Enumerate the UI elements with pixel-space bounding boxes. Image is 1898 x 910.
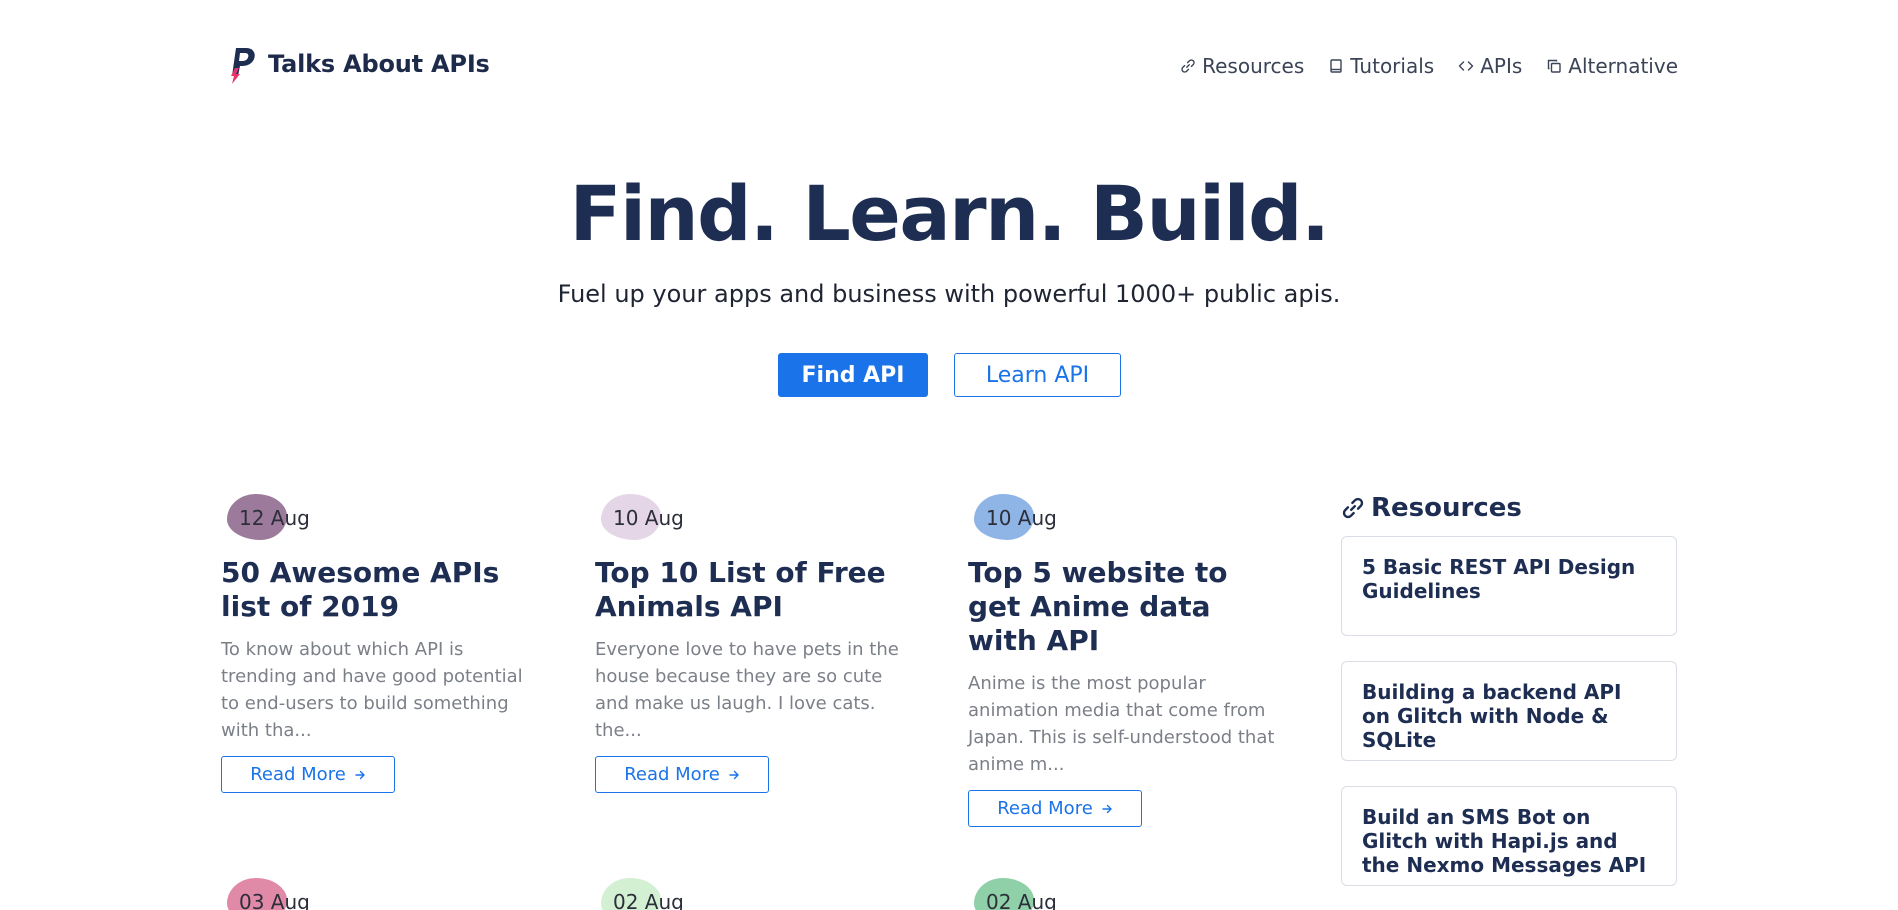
- sidebar-heading: Resources: [1341, 490, 1677, 526]
- post-date-text: 02 Aug: [986, 890, 1057, 910]
- post-excerpt: Anime is the most popular animation medi…: [968, 673, 1275, 775]
- post-card: 10 Aug Top 5 website to get Anime data w…: [968, 494, 1288, 827]
- post-title[interactable]: Top 10 List of Free Animals API: [595, 556, 915, 624]
- nav-item-tutorials[interactable]: Tutorials: [1328, 54, 1434, 78]
- book-icon: [1330, 59, 1342, 73]
- arrow-right-icon: [729, 770, 739, 779]
- link-icon: [1342, 497, 1364, 519]
- resource-title: 5 Basic REST API Design Guidelines: [1362, 555, 1636, 603]
- read-more-button[interactable]: Read More: [221, 756, 395, 793]
- read-more-button[interactable]: Read More: [968, 790, 1142, 827]
- nav-label-apis: APIs: [1480, 54, 1523, 78]
- post-card: 12 Aug 50 Awesome APIs list of 2019 To k…: [221, 494, 541, 793]
- brand-link[interactable]: Talks About APIs: [230, 44, 490, 84]
- post-date-text: 02 Aug: [613, 890, 684, 910]
- post-card: 02 Aug: [968, 878, 1288, 910]
- post-date: 03 Aug: [221, 878, 541, 910]
- resource-card[interactable]: Build an SMS Bot on Glitch with Hapi.js …: [1341, 786, 1677, 886]
- post-date: 02 Aug: [595, 878, 915, 910]
- brand-name: Talks About APIs: [268, 50, 490, 78]
- nav-item-alternative[interactable]: Alternative: [1546, 54, 1678, 78]
- post-card: 03 Aug: [221, 878, 541, 910]
- read-more-label: Read More: [624, 764, 720, 785]
- post-date-text: 03 Aug: [239, 890, 310, 910]
- post-date-text: 10 Aug: [613, 506, 684, 530]
- resource-card[interactable]: Building a backend API on Glitch with No…: [1341, 661, 1677, 761]
- page: Talks About APIs Resources Tutorials API…: [0, 0, 1898, 910]
- code-icon: [1459, 61, 1474, 71]
- nav-label-resources: Resources: [1202, 54, 1305, 78]
- post-title[interactable]: Top 5 website to get Anime data with API: [968, 556, 1288, 658]
- copy-icon: [1548, 59, 1561, 73]
- nav-item-apis[interactable]: APIs: [1458, 54, 1522, 78]
- post-date-text: 10 Aug: [986, 506, 1057, 530]
- resource-card[interactable]: 5 Basic REST API Design Guidelines: [1341, 536, 1677, 636]
- read-more-label: Read More: [997, 798, 1093, 819]
- nav-label-tutorials: Tutorials: [1350, 54, 1435, 78]
- nav-item-resources[interactable]: Resources: [1180, 54, 1304, 78]
- resources-sidebar: Resources 5 Basic REST API Design Guidel…: [1341, 490, 1677, 910]
- nav-label-alternative: Alternative: [1568, 54, 1678, 78]
- post-card: 10 Aug Top 10 List of Free Animals API E…: [595, 494, 915, 793]
- post-excerpt: To know about which API is trending and …: [221, 639, 523, 741]
- hero-subtitle: Fuel up your apps and business with powe…: [557, 280, 1341, 308]
- resource-title: Build an SMS Bot on Glitch with Hapi.js …: [1362, 805, 1647, 877]
- site-header: Talks About APIs Resources Tutorials API…: [230, 38, 1678, 88]
- main-nav: Resources Tutorials APIs Alternative: [1180, 54, 1678, 78]
- post-date: 12 Aug: [221, 494, 541, 542]
- arrow-right-icon: [1102, 804, 1112, 813]
- link-icon: [1181, 59, 1195, 73]
- find-api-button[interactable]: Find API: [778, 353, 928, 397]
- learn-api-button[interactable]: Learn API: [954, 353, 1121, 397]
- read-more-label: Read More: [250, 764, 346, 785]
- hero-title: Find. Learn. Build.: [569, 169, 1330, 258]
- arrow-right-icon: [355, 770, 365, 779]
- sidebar-heading-text: Resources: [1371, 493, 1522, 523]
- hero-buttons: Find API Learn API: [778, 353, 1121, 397]
- post-card: 02 Aug: [595, 878, 915, 910]
- brand-logo-icon: [230, 44, 258, 84]
- post-date-text: 12 Aug: [239, 506, 310, 530]
- read-more-button[interactable]: Read More: [595, 756, 769, 793]
- post-date: 10 Aug: [968, 494, 1288, 542]
- post-date: 02 Aug: [968, 878, 1288, 910]
- post-date: 10 Aug: [595, 494, 915, 542]
- post-title[interactable]: 50 Awesome APIs list of 2019: [221, 556, 541, 624]
- resource-title: Building a backend API on Glitch with No…: [1362, 680, 1622, 752]
- post-excerpt: Everyone love to have pets in the house …: [595, 639, 899, 741]
